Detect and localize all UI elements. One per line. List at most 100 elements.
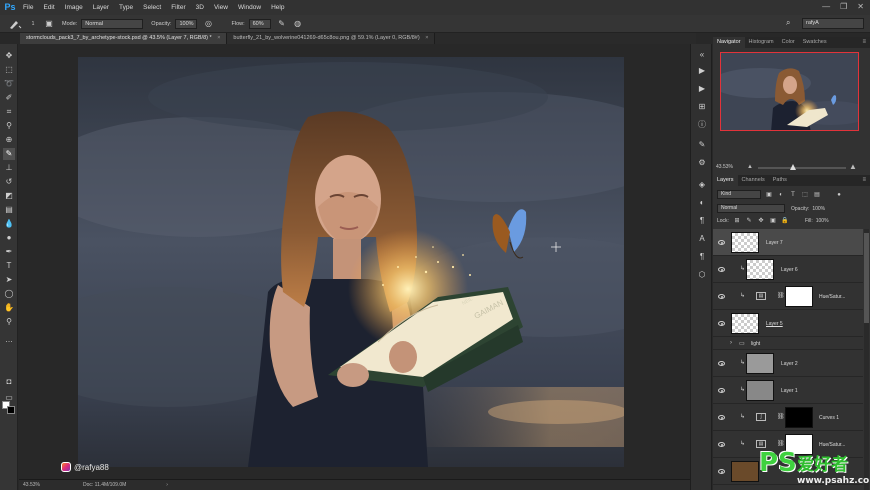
properties-panel-icon[interactable]: ⚙ [697,158,707,168]
layer-name[interactable]: Layer 6 [781,267,798,273]
type-tool-icon[interactable]: T [3,260,15,272]
tab-layers[interactable]: Layers [713,175,738,186]
tab-color[interactable]: Color [778,37,799,48]
actions-panel-icon[interactable]: ▶ [697,84,707,94]
brush-tool-icon[interactable]: ✎ [3,148,15,160]
document-tab-butterfly[interactable]: butterfly_21_by_wolverine041269-d65c8ou.… [227,33,436,44]
visibility-eye-icon[interactable] [718,361,725,366]
tab-histogram[interactable]: Histogram [745,37,778,48]
gradient-tool-icon[interactable]: ▤ [3,204,15,216]
layer-name[interactable]: Layer 7 [766,240,783,246]
navigator-preview[interactable] [720,52,859,131]
visibility-eye-icon[interactable] [718,321,725,326]
mask-link-icon[interactable]: ⛓ [777,413,785,420]
layer-name[interactable]: Hue/Satur... [819,294,845,300]
filter-type-icon[interactable]: T [789,191,797,199]
zoom-tool-icon[interactable]: ⚲ [3,316,15,328]
lasso-tool-icon[interactable]: ➰ [3,78,15,90]
layer-row-layer-1[interactable]: ↳ Layer 1 [713,377,863,404]
layers-panel-strip-icon[interactable]: ◈ [697,180,707,190]
brush-panel-icon[interactable]: ▣ [44,19,54,29]
path-select-tool-icon[interactable]: ➤ [3,274,15,286]
tab-swatches[interactable]: Swatches [799,37,831,48]
lock-all-icon[interactable]: 🔒 [781,217,789,225]
layer-mask-thumbnail[interactable] [785,286,813,307]
character-panel-icon[interactable]: A [697,234,707,244]
filter-toggle-icon[interactable]: ● [835,191,843,199]
history-brush-tool-icon[interactable]: ↺ [3,176,15,188]
zoom-out-icon[interactable]: ▲ [747,164,753,170]
visibility-eye-icon[interactable] [718,442,725,447]
glyphs-panel-icon[interactable]: ¶ [697,252,707,262]
flow-field[interactable]: 60% [248,18,271,29]
tab-navigator[interactable]: Navigator [713,37,745,48]
navigator-zoom-value[interactable]: 43.53% [716,164,733,170]
workspace-dropdown[interactable]: rafyA [802,18,864,29]
visibility-eye-icon[interactable] [718,469,725,474]
blend-mode-dropdown[interactable]: Normal [717,204,785,213]
menu-select[interactable]: Select [138,4,166,11]
layers-panel-menu-icon[interactable]: ≡ [862,177,866,183]
visibility-eye-icon[interactable] [718,240,725,245]
menu-edit[interactable]: Edit [38,4,59,11]
search-icon[interactable]: ⌕ [786,18,796,28]
pen-tool-icon[interactable]: ✒ [3,246,15,258]
menu-window[interactable]: Window [233,4,266,11]
airbrush-icon[interactable]: ✎ [277,19,287,29]
layer-row-layer-7[interactable]: Layer 7 [713,229,863,256]
filter-pixel-icon[interactable]: ▣ [765,191,773,199]
clone-stamp-tool-icon[interactable]: ⊥ [3,162,15,174]
visibility-eye-icon[interactable] [718,267,725,272]
layer-opacity-value[interactable]: 100% [812,206,825,212]
menu-3d[interactable]: 3D [191,4,209,11]
lock-image-icon[interactable]: ✎ [745,217,753,225]
dodge-tool-icon[interactable]: ● [3,232,15,244]
eraser-tool-icon[interactable]: ◩ [3,190,15,202]
layer-row-layer-2[interactable]: ↳ Layer 2 [713,350,863,377]
layer-row-curves-1[interactable]: ↳ ∫ ⛓ Curves 1 [713,404,863,431]
pressure-size-icon[interactable]: ◍ [293,19,303,29]
blur-tool-icon[interactable]: 💧 [3,218,15,230]
fill-value[interactable]: 100% [816,218,829,224]
menu-filter[interactable]: Filter [166,4,190,11]
brush-panel-strip-icon[interactable]: ✎ [697,140,707,150]
filter-shape-icon[interactable]: ⬚ [801,191,809,199]
marquee-tool-icon[interactable]: ⬚ [3,64,15,76]
opacity-field[interactable]: 100% [175,18,198,29]
expand-panels-icon[interactable]: « [697,50,707,60]
layer-name[interactable]: Layer 5 [766,321,783,327]
lock-artboard-icon[interactable]: ▣ [769,217,777,225]
info-panel-icon[interactable]: ⓘ [697,120,707,130]
pressure-opacity-icon[interactable]: ◎ [203,19,213,29]
mode-dropdown[interactable]: Normal [81,18,144,29]
quick-select-tool-icon[interactable]: ✐ [3,92,15,104]
adjustments-panel-icon[interactable]: ⊞ [697,102,707,112]
layer-name[interactable]: light [751,341,760,347]
zoom-slider-knob[interactable] [790,164,796,170]
lock-position-icon[interactable]: ✥ [757,217,765,225]
photoshop-logo[interactable]: Ps [2,1,18,14]
crop-tool-icon[interactable]: ⌗ [3,106,15,118]
layer-mask-thumbnail[interactable] [785,407,813,428]
mask-link-icon[interactable]: ⛓ [777,292,785,299]
layer-filter-kind[interactable]: Kind [717,190,761,199]
tab-paths[interactable]: Paths [769,175,791,186]
history-panel-icon[interactable]: ▶ [697,66,707,76]
shape-tool-icon[interactable]: ◯ [3,288,15,300]
filter-adjustment-icon[interactable]: ◐ [777,191,785,199]
3d-panel-icon[interactable]: ⬡ [697,270,707,280]
document-tab-stormclouds[interactable]: stormclouds_pack3_7_by_archetype-stock.p… [20,33,228,44]
navigator-zoom-slider[interactable] [758,164,846,170]
zoom-in-icon[interactable]: ▲ [849,162,857,171]
layer-name[interactable]: Curves 1 [819,415,839,421]
edit-toolbar-icon[interactable]: … [3,334,15,346]
menu-file[interactable]: File [18,4,38,11]
screen-mode-icon[interactable]: ▭ [3,392,15,404]
status-zoom[interactable]: 43.53% [23,482,57,488]
lock-transparent-icon[interactable]: ⊞ [733,217,741,225]
healing-brush-tool-icon[interactable]: ⊕ [3,134,15,146]
layer-row-layer-6[interactable]: ↳ Layer 6 [713,256,863,283]
layer-row-hue-saturation[interactable]: ↳ ▤ ⛓ Hue/Satur... [713,283,863,310]
menu-help[interactable]: Help [266,4,289,11]
status-menu-arrow[interactable]: › [166,482,168,488]
